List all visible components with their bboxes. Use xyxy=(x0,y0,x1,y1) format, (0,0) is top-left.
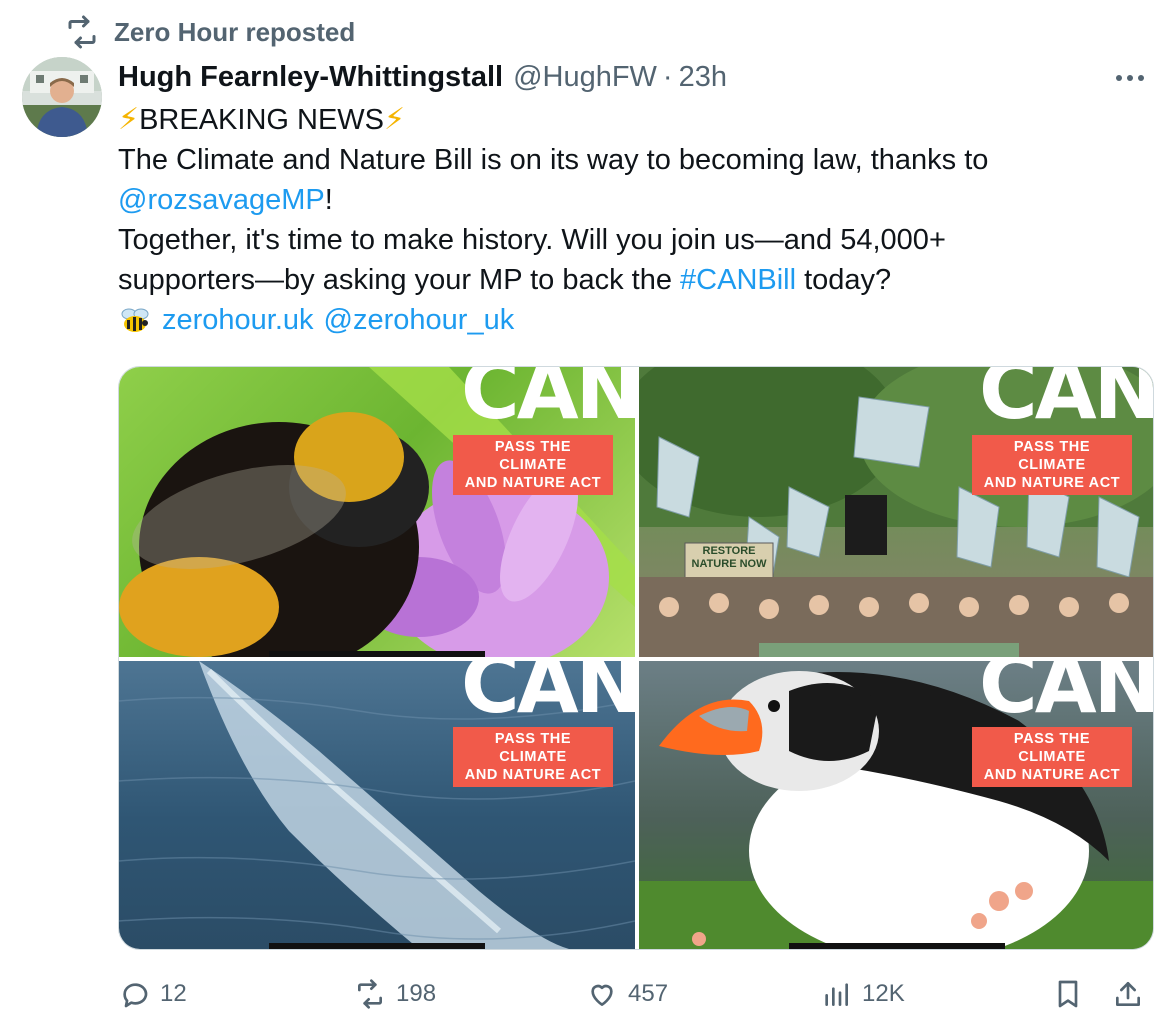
like-icon xyxy=(591,984,613,1006)
badge-line-2: AND NATURE ACT xyxy=(983,475,1121,491)
zap-icon: ⚡ xyxy=(384,103,406,136)
text-line-4: Together, it's time to make history. Wil… xyxy=(118,224,946,256)
pass-badge: PASS THE CLIMATE AND NATURE ACT xyxy=(972,435,1132,495)
pass-badge: PASS THE CLIMATE AND NATURE ACT xyxy=(453,727,613,787)
views-count: 12K xyxy=(862,980,905,1007)
badge-line-2: AND NATURE ACT xyxy=(464,767,602,783)
tweet-text: ⚡BREAKING NEWS⚡ The Climate and Nature B… xyxy=(118,100,1148,340)
avatar[interactable] xyxy=(22,57,102,137)
views-button[interactable]: 12K xyxy=(820,972,905,1016)
can-headline: CAN xyxy=(461,661,635,731)
like-count: 457 xyxy=(628,980,669,1007)
breaking-news-label: BREAKING NEWS xyxy=(139,104,385,136)
more-icon xyxy=(1116,75,1122,81)
can-headline: CAN xyxy=(979,661,1153,731)
share-button[interactable] xyxy=(1112,972,1144,1016)
repost-icon xyxy=(358,979,382,1009)
tweet-header: Hugh Fearnley-Whittingstall @HughFW · 23… xyxy=(118,56,727,98)
text-line-6: zerohour.uk @zerohour_uk xyxy=(118,300,1148,340)
reply-button[interactable]: 12 xyxy=(118,972,187,1016)
more-button[interactable] xyxy=(1110,60,1150,96)
can-headline: CAN xyxy=(461,367,635,437)
badge-line-1: PASS THE CLIMATE xyxy=(494,731,572,765)
text-line-5: supporters—by asking your MP to back the… xyxy=(118,260,1148,300)
repost-icon xyxy=(68,15,96,49)
badge-line-2: AND NATURE ACT xyxy=(464,475,602,491)
media-image-whale[interactable]: CAN PASS THE CLIMATE AND NATURE ACT xyxy=(119,661,635,949)
bookmark-button[interactable] xyxy=(1052,972,1084,1016)
action-bar: 12 198 457 12K xyxy=(118,972,1158,1016)
pass-badge: PASS THE CLIMATE AND NATURE ACT xyxy=(453,435,613,495)
author-name[interactable]: Hugh Fearnley-Whittingstall xyxy=(118,61,503,94)
zap-icon: ⚡ xyxy=(118,103,140,136)
reply-count: 12 xyxy=(160,980,187,1007)
text-line-3: @rozsavageMP! xyxy=(118,180,1148,220)
mention-link[interactable]: @rozsavageMP xyxy=(118,184,325,216)
media-image-bee[interactable]: CAN PASS THE CLIMATE AND NATURE ACT xyxy=(119,367,635,657)
website-link[interactable]: zerohour.uk xyxy=(162,300,314,340)
repost-context[interactable]: Zero Hour reposted xyxy=(64,14,355,50)
like-button[interactable]: 457 xyxy=(586,972,668,1016)
pass-badge: PASS THE CLIMATE AND NATURE ACT xyxy=(972,727,1132,787)
media-grid: CAN PASS THE CLIMATE AND NATURE ACT REST… xyxy=(118,366,1154,950)
author-handle[interactable]: @HughFW xyxy=(513,61,657,94)
bookmark-icon xyxy=(1058,980,1078,1008)
share-icon xyxy=(1116,982,1140,1006)
bee-shape xyxy=(119,412,429,657)
badge-line-1: PASS THE CLIMATE xyxy=(1013,439,1091,473)
text-line-1: ⚡BREAKING NEWS⚡ xyxy=(118,100,1148,140)
repost-count: 198 xyxy=(396,980,437,1007)
text-line-2: The Climate and Nature Bill is on its wa… xyxy=(118,144,989,176)
repost-button[interactable]: 198 xyxy=(354,972,436,1016)
repost-label: Zero Hour reposted xyxy=(114,16,356,47)
hashtag-link[interactable]: #CANBill xyxy=(680,264,796,296)
media-image-protest[interactable]: RESTORE NATURE NOW CAN PASS THE CLIMATE … xyxy=(639,367,1153,657)
can-headline: CAN xyxy=(979,367,1153,437)
badge-line-1: PASS THE CLIMATE xyxy=(1013,731,1091,765)
separator: · xyxy=(662,60,673,93)
badge-line-2: AND NATURE ACT xyxy=(983,767,1121,783)
zerohour-mention-link[interactable]: @zerohour_uk xyxy=(324,300,515,340)
bee-icon xyxy=(121,308,149,332)
reply-icon xyxy=(123,983,148,1008)
text-line-5-post: today? xyxy=(796,264,892,296)
media-image-puffin[interactable]: CAN PASS THE CLIMATE AND NATURE ACT xyxy=(639,661,1153,949)
mention-suffix: ! xyxy=(324,184,333,216)
restore-nature-sign: RESTORE NATURE NOW xyxy=(691,545,767,570)
text-line-5-pre: supporters—by asking your MP to back the xyxy=(118,264,681,296)
views-icon xyxy=(825,983,848,1006)
timestamp[interactable]: 23h xyxy=(679,61,727,94)
badge-line-1: PASS THE CLIMATE xyxy=(494,439,572,473)
